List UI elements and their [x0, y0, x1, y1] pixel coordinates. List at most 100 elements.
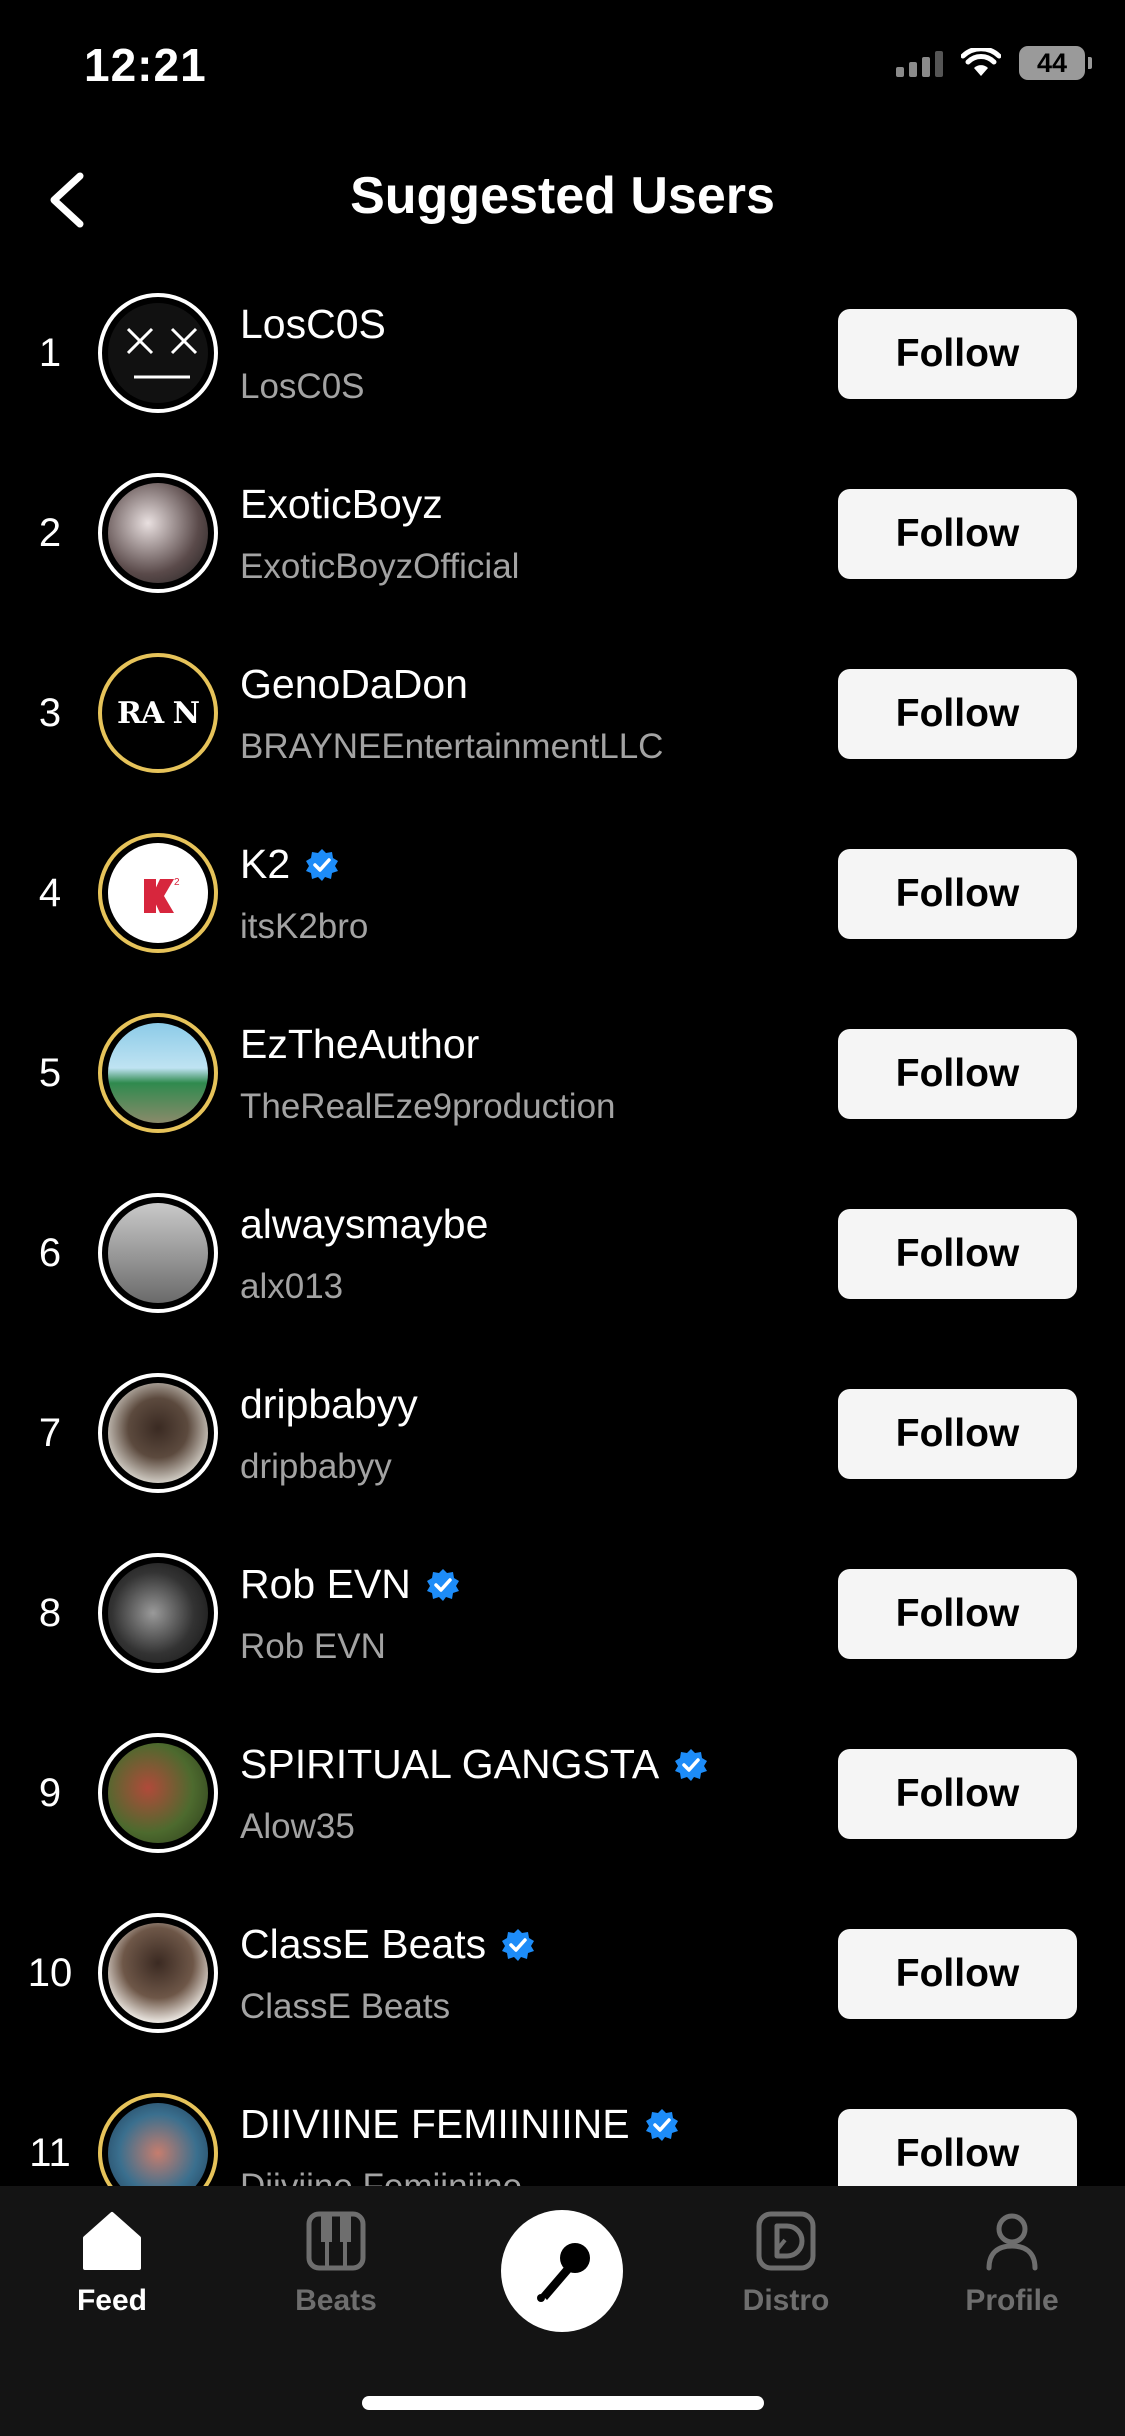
username-line: K2: [240, 841, 340, 888]
follow-button[interactable]: Follow: [838, 1749, 1077, 1839]
follow-button[interactable]: Follow: [838, 2109, 1077, 2186]
piano-icon: [306, 2211, 366, 2271]
follow-button[interactable]: Follow: [838, 1389, 1077, 1479]
display-name[interactable]: EzTheAuthor: [240, 1021, 479, 1068]
user-handle: dripbabyy: [240, 1447, 392, 1486]
home-indicator: [362, 2396, 764, 2410]
rank-number: 9: [38, 1771, 62, 1815]
user-handle: Alow35: [240, 1807, 355, 1846]
tab-label: Beats: [295, 2284, 377, 2317]
user-row[interactable]: 3 RA N GenoDaDon BRAYNEEntertainmentLLC Foll…: [0, 623, 1125, 803]
display-name[interactable]: ExoticBoyz: [240, 481, 443, 528]
user-row[interactable]: 6 alwaysmaybe alx013 Follow: [0, 1163, 1125, 1343]
user-row[interactable]: 11 DIIVIINE FEMIINIINE Diiviine Femiiniine…: [0, 2063, 1125, 2186]
suggested-users-list[interactable]: 1 LosC0S LosC0S Follow 2 ExoticBoyz ExoticBoyz…: [0, 263, 1125, 2186]
display-name[interactable]: alwaysmaybe: [240, 1201, 488, 1248]
avatar[interactable]: RA N: [98, 653, 218, 773]
rank-number: 7: [38, 1411, 62, 1455]
rank-number: 4: [38, 871, 62, 915]
follow-button[interactable]: Follow: [838, 309, 1077, 399]
verified-badge-icon: [645, 2108, 678, 2141]
distro-icon: [756, 2211, 816, 2271]
avatar[interactable]: [98, 1733, 218, 1853]
display-name[interactable]: LosC0S: [240, 301, 386, 348]
k2-logo-icon: 2: [144, 877, 180, 913]
username-line: dripbabyy: [240, 1381, 418, 1428]
page-title: Suggested Users: [350, 167, 775, 225]
user-handle: Diiviine Femiiniine: [240, 2167, 522, 2186]
rank-number: 10: [27, 1951, 73, 1995]
display-name[interactable]: GenoDaDon: [240, 661, 468, 708]
user-handle: alx013: [240, 1267, 344, 1306]
avatar[interactable]: [98, 2093, 218, 2186]
avatar[interactable]: 2: [98, 833, 218, 953]
user-row[interactable]: 1 LosC0S LosC0S Follow: [0, 263, 1125, 443]
follow-button[interactable]: Follow: [838, 1029, 1077, 1119]
verified-badge-icon: [426, 1568, 459, 1601]
tab-beats[interactable]: Beats: [256, 2210, 416, 2318]
username-line: ExoticBoyz: [240, 481, 443, 528]
rank-number: 11: [29, 2131, 71, 2175]
avatar[interactable]: [98, 293, 218, 413]
username-line: EzTheAuthor: [240, 1021, 479, 1068]
username-line: SPIRITUAL GANGSTA: [240, 1741, 709, 1788]
display-name[interactable]: dripbabyy: [240, 1381, 418, 1428]
avatar[interactable]: [98, 1373, 218, 1493]
rank-number: 3: [38, 691, 62, 735]
user-row[interactable]: 7 dripbabyy dripbabyy Follow: [0, 1343, 1125, 1523]
microphone-icon: [537, 2243, 590, 2302]
username-line: LosC0S: [240, 301, 386, 348]
verified-badge-icon: [675, 1748, 708, 1781]
avatar[interactable]: [98, 473, 218, 593]
avatar[interactable]: [98, 1193, 218, 1313]
follow-button[interactable]: Follow: [838, 1929, 1077, 2019]
tab-bar: Feed Beats Distro Profile: [0, 2186, 1125, 2436]
rank-number: 2: [38, 511, 62, 555]
user-row[interactable]: 10 ClassE Beats ClassE Beats Follow: [0, 1883, 1125, 2063]
battery-level: 44: [1036, 47, 1068, 78]
user-row[interactable]: 2 ExoticBoyz ExoticBoyzOfficial Follow: [0, 443, 1125, 623]
username-line: alwaysmaybe: [240, 1201, 488, 1248]
svg-text:2: 2: [174, 877, 180, 888]
follow-button[interactable]: Follow: [838, 1209, 1077, 1299]
display-name[interactable]: SPIRITUAL GANGSTA: [240, 1741, 659, 1788]
tab-distro[interactable]: Distro: [706, 2210, 866, 2318]
user-handle: itsK2bro: [240, 907, 369, 946]
rank-number: 1: [38, 331, 62, 375]
username-line: DIIVIINE FEMIINIINE: [240, 2101, 680, 2148]
verified-badge-icon: [306, 848, 339, 881]
display-name[interactable]: K2: [240, 841, 290, 888]
avatar[interactable]: [98, 1913, 218, 2033]
tab-label: Profile: [965, 2284, 1059, 2317]
tab-label: Distro: [742, 2284, 830, 2317]
user-row[interactable]: 9 SPIRITUAL GANGSTA Alow35 Follow: [0, 1703, 1125, 1883]
avatar[interactable]: [98, 1013, 218, 1133]
person-icon: [986, 2213, 1038, 2271]
follow-button[interactable]: Follow: [838, 1569, 1077, 1659]
rank-number: 5: [38, 1051, 62, 1095]
username-line: GenoDaDon: [240, 661, 468, 708]
tab-profile[interactable]: Profile: [932, 2210, 1092, 2318]
follow-button[interactable]: Follow: [838, 849, 1077, 939]
wifi-icon: [961, 48, 1001, 76]
display-name[interactable]: ClassE Beats: [240, 1921, 486, 1968]
rank-number: 8: [38, 1591, 62, 1635]
tab-feed[interactable]: Feed: [32, 2210, 192, 2318]
display-name[interactable]: Rob EVN: [240, 1561, 411, 1608]
follow-button[interactable]: Follow: [838, 489, 1077, 579]
user-row[interactable]: 8 Rob EVN Rob EVN Follow: [0, 1523, 1125, 1703]
user-row[interactable]: 5 EzTheAuthor TheRealEze9production Follow: [0, 983, 1125, 1163]
user-handle: TheRealEze9production: [240, 1087, 616, 1126]
follow-button[interactable]: Follow: [838, 669, 1077, 759]
avatar[interactable]: [98, 1553, 218, 1673]
user-handle: ClassE Beats: [240, 1987, 451, 2026]
display-name[interactable]: DIIVIINE FEMIINIINE: [240, 2101, 630, 2148]
rank-number: 6: [38, 1231, 62, 1275]
status-icons: 44: [896, 46, 1092, 80]
verified-badge-icon: [502, 1928, 535, 1961]
user-row[interactable]: 4 2 K2 itsK2bro Follow: [0, 803, 1125, 983]
tab-label: Feed: [76, 2284, 148, 2317]
record-button[interactable]: [501, 2210, 623, 2332]
status-time: 12:21: [84, 39, 207, 91]
username-line: ClassE Beats: [240, 1921, 536, 1968]
